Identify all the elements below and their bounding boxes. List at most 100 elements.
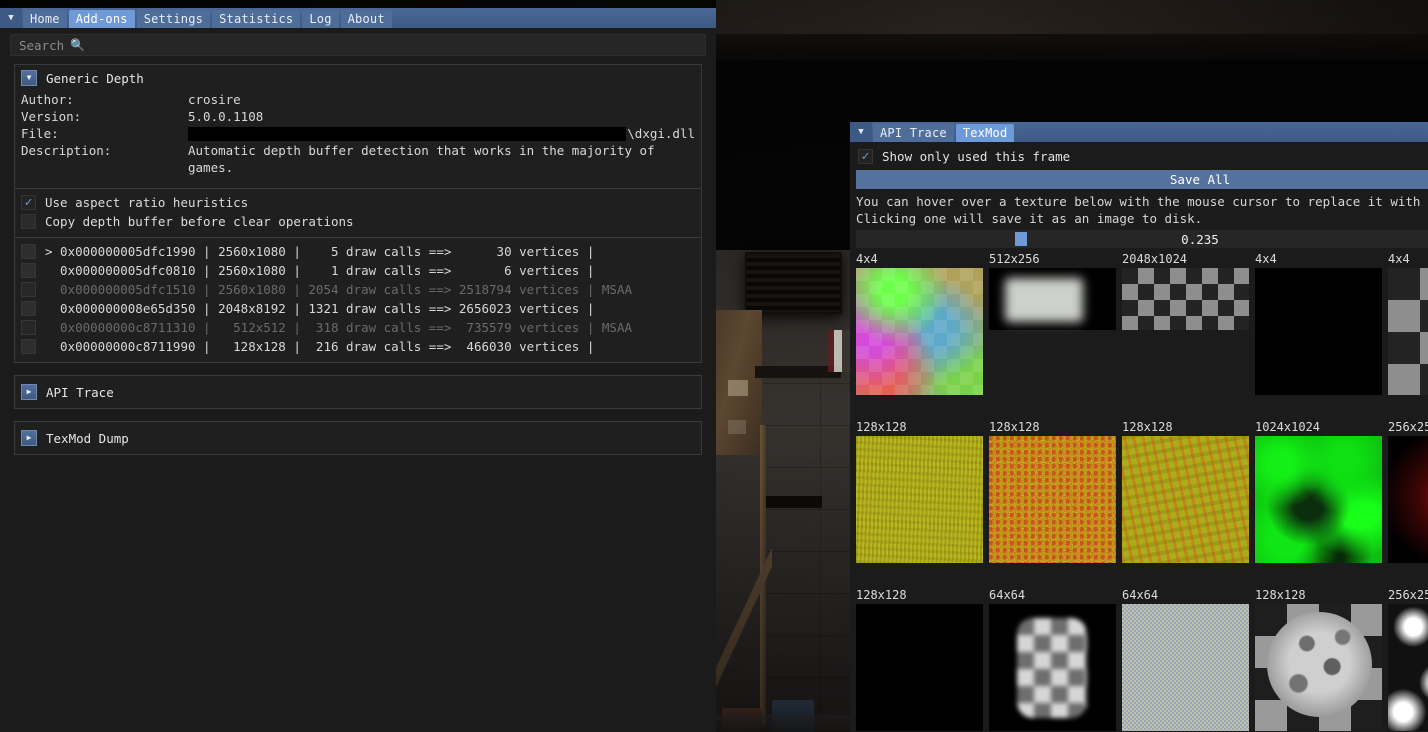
texture-thumbnail[interactable]	[1388, 604, 1428, 731]
tab-log[interactable]: Log	[302, 10, 339, 28]
depth-buffer-radio[interactable]	[21, 263, 36, 278]
depth-buffer-row[interactable]: > 0x000000005dfc1990 | 2560x1080 | 5 dra…	[15, 242, 701, 261]
tabbar-filler	[393, 8, 716, 28]
depth-buffer-row[interactable]: 0x000000008e65d350 | 2048x8192 | 1321 dr…	[15, 299, 701, 318]
triangle-down-icon[interactable]: ▼	[21, 70, 37, 86]
api-trace-title: API Trace	[46, 384, 114, 400]
generic-depth-title: Generic Depth	[46, 70, 144, 86]
depth-buffer-row[interactable]: 0x00000000c8711310 | 512x512 | 318 draw …	[15, 318, 701, 337]
texture-cell[interactable]: 128x128	[1122, 420, 1255, 563]
texture-thumbnail[interactable]	[856, 436, 983, 563]
info-value: Automatic depth buffer detection that wo…	[188, 143, 655, 175]
addon-card-generic-depth: ▼ Generic Depth Author: crosire Version:…	[14, 64, 702, 363]
texture-thumbnail[interactable]	[1255, 436, 1382, 563]
tab-home[interactable]: Home	[23, 10, 67, 28]
addon-card-api-trace[interactable]: ▶ API Trace	[14, 375, 702, 409]
texmod-body: ✓ Show only used this frame Save All You…	[850, 142, 1428, 732]
depth-buffer-row[interactable]: 0x000000005dfc1510 | 2560x1080 | 2054 dr…	[15, 280, 701, 299]
texmod-window: ▼ API Trace TexMod ✓ Show only used this…	[850, 122, 1428, 732]
generic-depth-header[interactable]: ▼ Generic Depth	[15, 65, 701, 91]
check-icon: ✓	[24, 195, 33, 210]
checkbox-box[interactable]	[21, 214, 36, 229]
search-placeholder: Search	[19, 37, 65, 53]
texture-cell[interactable]: 1024x1024	[1255, 420, 1388, 563]
texture-size-label: 4x4	[1255, 252, 1277, 266]
main-tabbar: ▼ Home Add-ons Settings Statistics Log A…	[0, 8, 716, 28]
texture-thumbnail[interactable]	[1122, 604, 1249, 731]
texture-size-label: 2048x1024	[1122, 252, 1188, 266]
texmod-dump-header[interactable]: ▶ TexMod Dump	[15, 422, 701, 454]
info-value: crosire	[188, 92, 241, 107]
texture-grid: 4x4 512x256 2048x1024 4x4 4x4 128x128 12…	[850, 252, 1428, 732]
depth-buffer-row[interactable]: 0x00000000c8711990 | 128x128 | 216 draw …	[15, 337, 701, 356]
checkbox-box[interactable]: ✓	[21, 195, 36, 210]
checkbox-use-aspect-ratio-heuristics[interactable]: ✓ Use aspect ratio heuristics	[15, 193, 701, 212]
texmod-help-line-1: You can hover over a texture below with …	[856, 194, 1428, 209]
depth-buffer-row[interactable]: 0x000000005dfc0810 | 2560x1080 | 1 draw …	[15, 261, 701, 280]
texture-thumbnail[interactable]	[856, 604, 983, 731]
texture-thumbnail[interactable]	[1122, 436, 1249, 563]
generic-depth-info: Author: crosire Version: 5.0.0.1108 File…	[15, 91, 701, 182]
texture-thumbnail[interactable]	[989, 436, 1116, 563]
depth-buffer-radio[interactable]	[21, 320, 36, 335]
texture-cell[interactable]: 128x128	[989, 420, 1122, 563]
texture-thumbnail[interactable]	[989, 268, 1116, 330]
texture-thumbnail[interactable]	[856, 268, 983, 395]
texture-cell[interactable]: 64x64	[1122, 588, 1255, 731]
tab-label: API Trace	[880, 126, 947, 140]
texture-cell[interactable]: 2048x1024	[1122, 252, 1255, 395]
checkbox-label: Use aspect ratio heuristics	[45, 195, 249, 210]
triangle-right-icon[interactable]: ▶	[21, 384, 37, 400]
texture-thumbnail[interactable]	[1122, 268, 1249, 330]
texture-cell[interactable]: 128x128	[1255, 588, 1388, 731]
tab-statistics[interactable]: Statistics	[212, 10, 301, 28]
save-all-label: Save All	[1169, 172, 1231, 187]
depth-buffer-text: 0x00000000c8711310 | 512x512 | 318 draw …	[45, 320, 632, 335]
triangle-right-icon[interactable]: ▶	[21, 430, 37, 446]
tab-about[interactable]: About	[340, 10, 392, 28]
info-key: Description:	[21, 143, 112, 158]
chevron-down-icon[interactable]: ▼	[0, 8, 22, 28]
depth-buffer-radio[interactable]	[21, 301, 36, 316]
search-input[interactable]: Search 🔍	[10, 34, 706, 56]
texture-cell[interactable]: 128x128	[856, 588, 989, 731]
texture-size-label: 128x128	[856, 420, 907, 434]
depth-buffer-radio[interactable]	[21, 282, 36, 297]
texture-thumbnail[interactable]	[1255, 268, 1382, 395]
texture-cell[interactable]: 4x4	[856, 252, 989, 395]
depth-buffer-text: 0x00000000c8711990 | 128x128 | 216 draw …	[45, 339, 595, 354]
info-key: Author:	[21, 92, 74, 107]
info-key: Version:	[21, 109, 82, 124]
depth-buffer-radio[interactable]	[21, 244, 36, 259]
tab-label: Log	[309, 12, 332, 26]
checkbox-show-only-used-this-frame[interactable]: ✓ Show only used this frame	[850, 142, 1428, 168]
texture-cell[interactable]: 128x128	[856, 420, 989, 563]
depth-buffer-text: 0x000000005dfc0810 | 2560x1080 | 1 draw …	[45, 263, 595, 278]
tab-add-ons[interactable]: Add-ons	[68, 10, 135, 28]
tab-api-trace[interactable]: API Trace	[873, 124, 954, 142]
texture-cell[interactable]: 64x64	[989, 588, 1122, 731]
texture-thumbnail[interactable]	[1388, 436, 1428, 563]
checkbox-box[interactable]: ✓	[858, 149, 873, 164]
texture-thumbnail[interactable]	[1255, 604, 1382, 731]
texture-thumbnail[interactable]	[989, 604, 1116, 731]
chevron-down-icon[interactable]: ▼	[850, 122, 872, 142]
texture-cell[interactable]: 256x256	[1388, 588, 1428, 731]
texture-size-label: 4x4	[856, 252, 878, 266]
texture-cell[interactable]: 256x256	[1388, 420, 1428, 563]
tab-texmod[interactable]: TexMod	[955, 124, 1015, 142]
api-trace-header[interactable]: ▶ API Trace	[15, 376, 701, 408]
texture-cell[interactable]: 4x4	[1388, 252, 1428, 395]
depth-buffer-radio[interactable]	[21, 339, 36, 354]
depth-buffer-text: 0x000000005dfc1510 | 2560x1080 | 2054 dr…	[45, 282, 632, 297]
depth-buffer-text: 0x000000008e65d350 | 2048x8192 | 1321 dr…	[45, 301, 595, 316]
save-all-button[interactable]: Save All	[856, 170, 1428, 189]
texture-scale-slider[interactable]: 0.235	[856, 230, 1428, 248]
slider-handle[interactable]	[1014, 232, 1027, 246]
texture-thumbnail[interactable]	[1388, 268, 1428, 395]
texture-cell[interactable]: 512x256	[989, 252, 1122, 395]
tab-settings[interactable]: Settings	[136, 10, 211, 28]
checkbox-copy-depth-buffer-before-clear[interactable]: Copy depth buffer before clear operation…	[15, 212, 701, 231]
addon-card-texmod-dump[interactable]: ▶ TexMod Dump	[14, 421, 702, 455]
texture-cell[interactable]: 4x4	[1255, 252, 1388, 395]
